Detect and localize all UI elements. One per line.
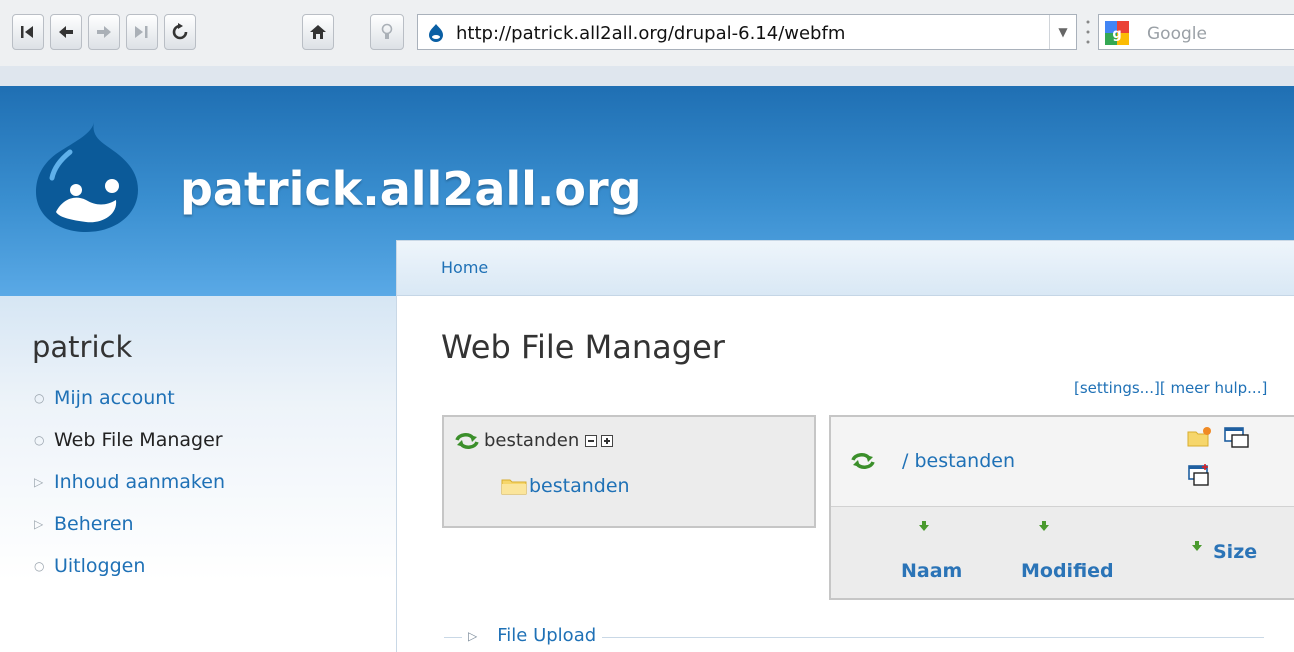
info-button[interactable] (370, 14, 404, 50)
expand-icon[interactable] (601, 434, 614, 447)
refresh-icon[interactable] (454, 431, 480, 451)
forward-arrow-icon (97, 26, 111, 38)
current-path-label[interactable]: / bestanden (902, 450, 1015, 472)
triangle-bullet-icon: ▷ (34, 475, 44, 489)
back-arrow-icon (59, 26, 73, 38)
column-header-name[interactable]: Naam (901, 560, 962, 582)
sidebar-item-label: Inhoud aanmaken (54, 471, 225, 493)
drupal-favicon-icon (429, 24, 443, 42)
skip-forward-icon (135, 26, 148, 38)
triangle-bullet-icon: ▷ (34, 517, 44, 531)
home-button[interactable] (302, 14, 334, 50)
detach-window-icon[interactable] (1223, 426, 1251, 450)
last-page-button[interactable] (126, 14, 158, 50)
page-title: Web File Manager (441, 328, 725, 366)
attach-window-icon[interactable] (1187, 464, 1215, 488)
google-icon: g (1105, 21, 1129, 45)
circle-bullet-icon: ○ (34, 559, 45, 573)
breadcrumb-home[interactable]: Home (441, 258, 488, 277)
column-header-size[interactable]: Size (1213, 541, 1257, 563)
reload-button[interactable] (164, 14, 196, 50)
bulb-icon (381, 23, 393, 39)
column-header-modified[interactable]: Modified (1021, 560, 1114, 582)
sidebar-item-beheren[interactable]: ▷ Beheren (34, 512, 134, 536)
skip-back-icon (21, 26, 33, 38)
address-bar[interactable]: http://patrick.all2all.org/drupal-6.14/w… (417, 14, 1077, 50)
sidebar-title: patrick (32, 330, 133, 364)
sidebar-item-label: Web File Manager (54, 429, 223, 451)
sidebar-item-inhoud-aanmaken[interactable]: ▷ Inhoud aanmaken (34, 470, 225, 494)
sidebar-item-web-file-manager[interactable]: ○ Web File Manager (34, 428, 223, 452)
sort-arrow-icon[interactable] (1039, 521, 1049, 531)
reload-icon (172, 23, 188, 40)
toolbar-lower-strip (0, 66, 1294, 86)
refresh-icon[interactable] (850, 451, 876, 471)
file-upload-label: File Upload (497, 625, 597, 646)
chevron-down-icon: ▼ (1058, 25, 1068, 39)
sidebar-item-uitloggen[interactable]: ○ Uitloggen (34, 554, 145, 578)
tree-root-label: bestanden (484, 430, 580, 451)
current-path: / bestanden (850, 450, 1015, 472)
expand-triangle-icon: ▷ (468, 628, 478, 643)
drupal-logo-icon[interactable] (34, 120, 140, 234)
forward-button[interactable] (88, 14, 120, 50)
sort-arrow-icon[interactable] (1192, 541, 1202, 551)
breadcrumb-bar (397, 241, 1294, 296)
circle-bullet-icon: ○ (34, 433, 45, 447)
sidebar-item-label: Beheren (54, 513, 134, 535)
url-text: http://patrick.all2all.org/drupal-6.14/w… (456, 23, 846, 44)
sidebar-item-label: Mijn account (54, 387, 175, 409)
new-folder-icon[interactable] (1187, 426, 1213, 448)
tree-child-node[interactable]: bestanden (501, 475, 630, 497)
toolbar-separator (1086, 20, 1090, 44)
back-button[interactable] (50, 14, 82, 50)
circle-bullet-icon: ○ (34, 391, 45, 405)
sort-arrow-icon[interactable] (919, 521, 929, 531)
tree-child-label: bestanden (529, 475, 630, 497)
file-upload-toggle[interactable]: ▷ File Upload (462, 625, 603, 646)
settings-link[interactable]: [settings...] (1074, 379, 1160, 397)
url-dropdown-button[interactable]: ▼ (1049, 15, 1076, 49)
home-icon (310, 25, 326, 39)
folder-icon (501, 479, 527, 495)
help-link[interactable]: [ meer hulp...] (1160, 379, 1267, 397)
search-box[interactable]: g Google (1098, 14, 1294, 50)
first-page-button[interactable] (12, 14, 44, 50)
sidebar-item-mijn-account[interactable]: ○ Mijn account (34, 386, 175, 410)
sidebar-item-label: Uitloggen (54, 555, 146, 577)
site-name[interactable]: patrick.all2all.org (180, 162, 642, 216)
search-placeholder: Google (1147, 24, 1207, 44)
svg-text:g: g (1112, 27, 1121, 42)
collapse-icon[interactable] (585, 434, 598, 447)
tree-root-node[interactable]: bestanden (454, 430, 614, 451)
help-links: [settings...][ meer hulp...] (1074, 379, 1267, 397)
